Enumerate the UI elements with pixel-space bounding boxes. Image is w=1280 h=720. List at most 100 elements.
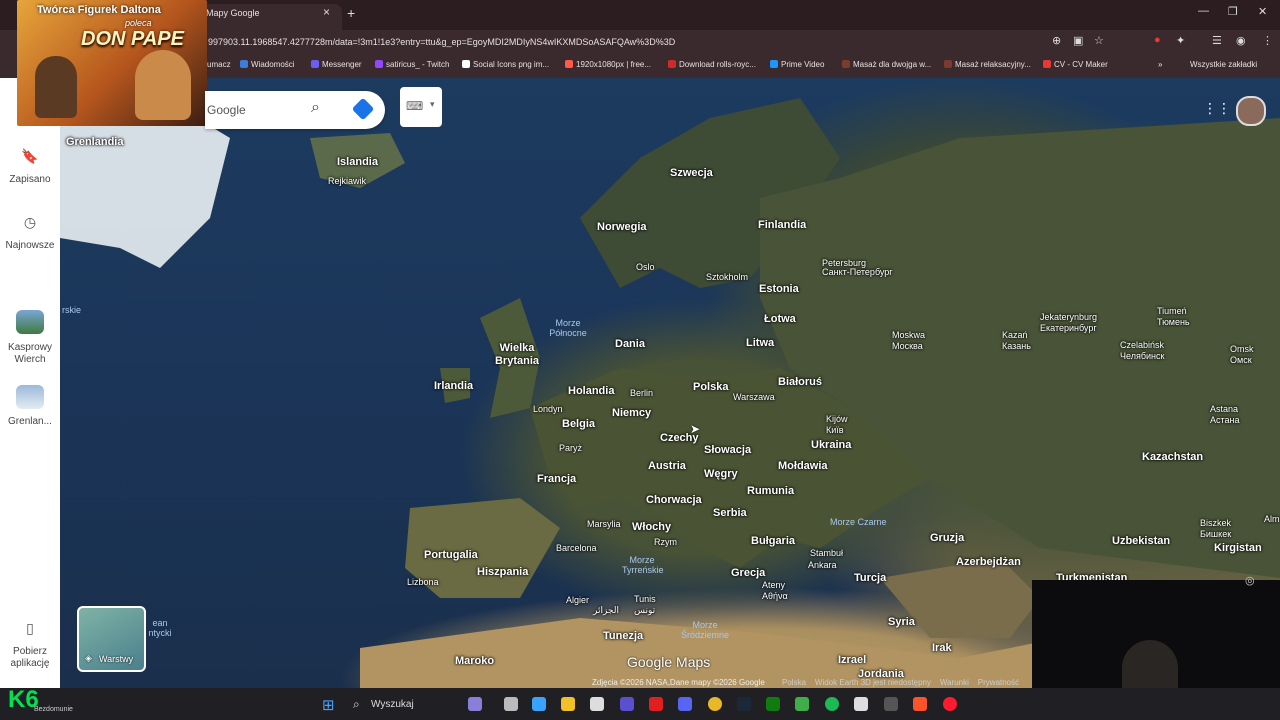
l-app-icon[interactable]	[649, 697, 663, 711]
taskbar-search-input[interactable]: Wyszukaj	[371, 699, 414, 710]
city-label: Paryż	[559, 443, 583, 453]
sidebar-icon[interactable]: ☰	[1212, 34, 1222, 47]
minecraft-icon[interactable]	[795, 697, 809, 711]
taskbar-search-icon[interactable]: ⌕	[353, 697, 360, 712]
discord-icon[interactable]	[678, 697, 692, 711]
city-label: Biszkek	[1200, 518, 1232, 528]
bookmark-item[interactable]: Messenger	[311, 60, 362, 69]
city-label: Lizbona	[407, 577, 439, 587]
all-bookmarks[interactable]: Wszystkie zakładki	[1190, 60, 1257, 69]
phone-icon[interactable]: ▯	[21, 620, 39, 638]
bookmark-item[interactable]: 1920x1080px | free...	[565, 60, 651, 69]
country-label: Słowacja	[704, 444, 752, 456]
task-view-icon[interactable]	[504, 697, 518, 711]
bookmark-item[interactable]: Masaż dla dwojga w...	[842, 60, 931, 69]
star-icon[interactable]: ☆	[1094, 34, 1104, 47]
keyboard-icon: ⌨	[406, 99, 424, 113]
bookmark-item[interactable]: Wiadomości	[240, 60, 295, 69]
profile-icon[interactable]: ◉	[1236, 34, 1246, 47]
new-tab-icon[interactable]: +	[347, 5, 355, 21]
city-label: Москва	[892, 341, 923, 351]
avatar[interactable]	[1236, 96, 1266, 126]
steam-icon[interactable]	[737, 697, 751, 711]
place-grenlandia-label[interactable]: Grenlan...	[0, 416, 60, 428]
city-label: Berlin	[630, 388, 654, 398]
city-label: Tunis	[634, 594, 656, 604]
city-label: Warszawa	[733, 392, 775, 402]
country-label: Rumunia	[747, 485, 795, 497]
bookmarks-more-icon[interactable]: »	[1158, 60, 1162, 69]
bookmark-item[interactable]: CV - CV Maker	[1043, 60, 1108, 69]
minimize-icon[interactable]: —	[1198, 5, 1209, 17]
country-label: Uzbekistan	[1112, 535, 1171, 547]
search-box[interactable]: Google ⌕	[205, 91, 385, 129]
tab-title[interactable]: Mapy Google	[206, 8, 260, 18]
country-label: Portugalia	[424, 549, 478, 561]
country-label: Węgry	[704, 468, 738, 480]
kasprowy-thumbnail[interactable]	[16, 310, 44, 334]
widget-icon[interactable]	[468, 697, 482, 711]
saved-label[interactable]: Zapisano	[0, 174, 60, 186]
city-label: Омск	[1230, 355, 1252, 365]
app-icon[interactable]	[620, 697, 634, 711]
bookmark-item[interactable]: Masaż relaksacyjny...	[944, 60, 1031, 69]
menu-icon[interactable]: ⋮	[1262, 34, 1273, 47]
keyboard-button[interactable]: ⌨ ▾	[400, 87, 442, 127]
bookmark-icon[interactable]: 🔖	[21, 148, 39, 166]
extension-icon[interactable]: ●	[1154, 34, 1161, 46]
copilot-icon[interactable]	[532, 697, 546, 711]
bookmark-item[interactable]: satiricus_ - Twitch	[375, 60, 449, 69]
search-input[interactable]: Google	[207, 103, 246, 117]
google-maps-logo: Google Maps	[627, 654, 711, 670]
map-footer-links[interactable]: Polska Widok Earth 3D jest niedostępny W…	[782, 678, 1019, 687]
left-sidebar: 🔖 Zapisano ◷ Najnowsze Kasprowy Wierch G…	[0, 78, 60, 688]
country-label: Mołdawia	[778, 460, 828, 472]
layers-button[interactable]: ◈ Warstwy	[77, 606, 146, 672]
brave-icon[interactable]	[913, 697, 927, 711]
install-icon[interactable]: ▣	[1073, 34, 1083, 47]
city-label: Київ	[826, 425, 844, 435]
grenlandia-thumbnail[interactable]	[16, 385, 44, 409]
spotify-icon[interactable]	[825, 697, 839, 711]
gamepad-icon[interactable]	[854, 697, 868, 711]
country-label: Gruzja	[930, 532, 965, 544]
zoom-icon[interactable]: ⊕	[1052, 34, 1061, 47]
recent-label[interactable]: Najnowsze	[4, 240, 56, 252]
history-icon[interactable]: ◷	[21, 214, 39, 232]
sea-label: Morze Tyrreńskie	[622, 555, 664, 575]
close-window-icon[interactable]: ✕	[1258, 5, 1267, 18]
maximize-icon[interactable]: ❐	[1228, 5, 1238, 18]
layers-icon: ◈	[85, 653, 92, 663]
country-label: Estonia	[759, 283, 799, 295]
puzzle-icon[interactable]: ✦	[1176, 34, 1185, 47]
get-app-label[interactable]: Pobierz aplikację	[0, 646, 60, 670]
place-kasprowy-label[interactable]: Kasprowy Wierch	[0, 342, 60, 366]
chrome-icon[interactable]	[708, 697, 722, 711]
country-label: Hiszpania	[477, 566, 529, 578]
directions-icon[interactable]	[351, 97, 375, 121]
bookmark-item[interactable]: Prime Video	[770, 60, 824, 69]
opera-icon[interactable]	[943, 697, 957, 711]
city-label: Ankara	[808, 560, 837, 570]
xbox-icon[interactable]	[766, 697, 780, 711]
country-label: Syria	[888, 616, 915, 628]
store-icon[interactable]	[590, 697, 604, 711]
country-label: Wielka Brytania	[494, 342, 540, 367]
country-label: Izrael	[838, 654, 867, 666]
city-label: Санкт-Петербург	[822, 267, 893, 277]
windows-start-icon[interactable]: ⊞	[322, 696, 335, 714]
figure-icon	[35, 56, 77, 118]
github-icon[interactable]	[884, 697, 898, 711]
bookmark-item[interactable]: umacz	[207, 60, 231, 69]
file-explorer-icon[interactable]	[561, 697, 575, 711]
tab-close-icon[interactable]: ×	[323, 5, 330, 19]
city-label: Kijów	[826, 414, 848, 424]
search-icon[interactable]: ⌕	[311, 99, 320, 117]
mouse-cursor-icon: ➤	[690, 422, 701, 436]
bookmark-item[interactable]: Social Icons png im...	[462, 60, 549, 69]
url-field[interactable]: 997903.11.1968547.4277728m/data=!3m1!1e3…	[208, 37, 675, 47]
city-label: Omsk	[1230, 344, 1254, 354]
apps-grid-icon[interactable]: ⋮⋮	[1203, 100, 1231, 117]
bookmark-item[interactable]: Download rolls-royc...	[668, 60, 756, 69]
city-label: Rejkiawik	[328, 176, 367, 186]
